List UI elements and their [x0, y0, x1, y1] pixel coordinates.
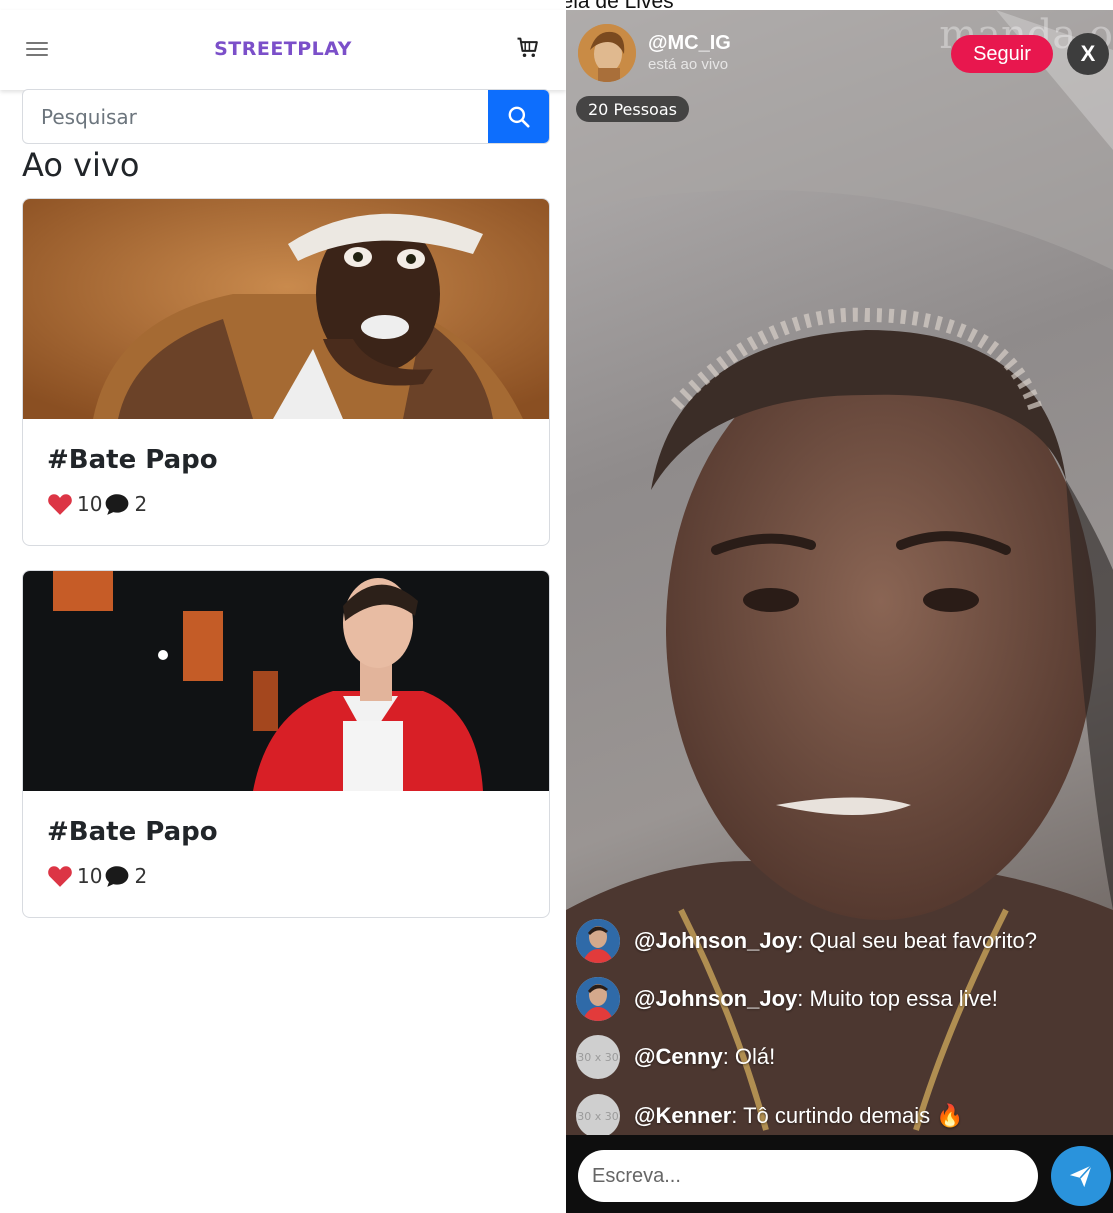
- chat-input[interactable]: [578, 1150, 1038, 1202]
- card-stats: 10 2: [47, 492, 149, 516]
- card-title: #Bate Papo: [47, 445, 218, 475]
- live-video: [566, 10, 1113, 1213]
- search-bar: [22, 89, 550, 144]
- close-button[interactable]: X: [1067, 33, 1109, 75]
- heart-icon[interactable]: [47, 864, 73, 888]
- live-card[interactable]: #Bate Papo 10 2: [22, 198, 550, 546]
- card-stats: 10 2: [47, 864, 149, 888]
- chat-message: 30 x 30 @Cenny: Olá!: [576, 1034, 1106, 1080]
- chat-message: 30 x 30 @Kenner: Tô curtindo demais 🔥: [576, 1093, 1106, 1139]
- chat-text: Qual seu beat favorito?: [809, 928, 1037, 953]
- chat-avatar[interactable]: [576, 977, 620, 1021]
- live-stream-screen: manda o @MC_IG está ao vivo Seguir X 20 …: [566, 10, 1113, 1213]
- viewer-count-badge: 20 Pessoas: [576, 96, 689, 122]
- chat-username[interactable]: @Johnson_Joy: [634, 928, 797, 953]
- heart-icon[interactable]: [47, 492, 73, 516]
- chat-username[interactable]: @Johnson_Joy: [634, 986, 797, 1011]
- host-avatar[interactable]: [578, 24, 636, 82]
- chat-message: @Johnson_Joy: Muito top essa live!: [576, 976, 1106, 1022]
- search-button[interactable]: [488, 90, 549, 143]
- comment-icon[interactable]: [104, 864, 130, 888]
- navbar: STREETPLAY: [0, 10, 566, 90]
- host-username[interactable]: @MC_IG: [648, 32, 731, 55]
- chat-avatar-placeholder[interactable]: 30 x 30: [576, 1094, 620, 1138]
- chat-username[interactable]: @Cenny: [634, 1044, 723, 1069]
- comment-icon[interactable]: [104, 492, 130, 516]
- likes-count: 10: [77, 864, 103, 888]
- chat-avatar-placeholder[interactable]: 30 x 30: [576, 1035, 620, 1079]
- live-list-screen: STREETPLAY Ao vivo: [0, 0, 566, 1213]
- chat-separator: :: [797, 928, 810, 953]
- brand-title[interactable]: STREETPLAY: [0, 38, 566, 60]
- chat-avatar[interactable]: [576, 919, 620, 963]
- live-card[interactable]: #Bate Papo 10 2: [22, 570, 550, 918]
- chat-message: @Johnson_Joy: Qual seu beat favorito?: [576, 918, 1106, 964]
- section-title: Ao vivo: [22, 146, 140, 184]
- likes-count: 10: [77, 492, 103, 516]
- chat-composer: [566, 1135, 1113, 1213]
- follow-button[interactable]: Seguir: [951, 35, 1053, 73]
- cart-icon[interactable]: [514, 34, 542, 62]
- chat-username[interactable]: @Kenner: [634, 1103, 731, 1128]
- live-thumbnail[interactable]: [23, 571, 550, 791]
- host-live-status: está ao vivo: [648, 56, 729, 73]
- chat-separator: :: [731, 1103, 744, 1128]
- comments-count: 2: [134, 492, 148, 516]
- card-title: #Bate Papo: [47, 817, 218, 847]
- chat-text: Tô curtindo demais 🔥: [743, 1103, 964, 1128]
- search-input[interactable]: [23, 90, 489, 143]
- chat-separator: :: [797, 986, 810, 1011]
- chat-text: Muito top essa live!: [809, 986, 998, 1011]
- send-button[interactable]: [1051, 1146, 1111, 1206]
- live-thumbnail[interactable]: [23, 199, 550, 419]
- chat-separator: :: [722, 1044, 735, 1069]
- chat-text: Olá!: [734, 1044, 776, 1069]
- search-icon: [508, 106, 530, 128]
- send-icon: [1069, 1164, 1093, 1188]
- comments-count: 2: [134, 864, 148, 888]
